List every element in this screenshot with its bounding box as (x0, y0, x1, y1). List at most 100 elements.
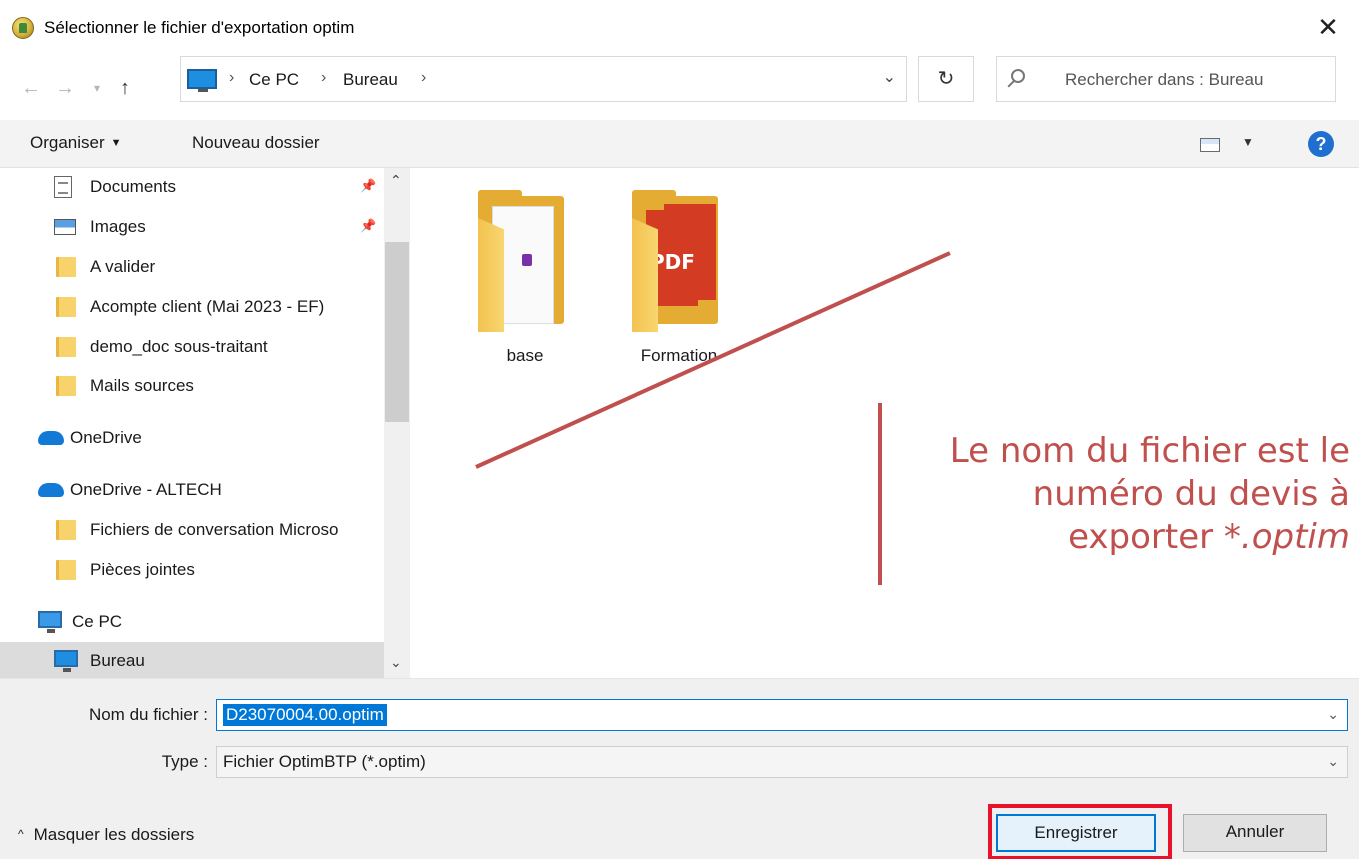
nav-scrollbar[interactable]: ⌃ ⌄ (384, 168, 410, 678)
window-title: Sélectionner le fichier d'exportation op… (44, 18, 355, 37)
nav-label: Documents (90, 177, 176, 196)
search-placeholder: Rechercher dans : Bureau (1065, 70, 1264, 89)
navigation-pane: Documents 📌 Images 📌 A valider Acompte c… (0, 168, 410, 678)
annotation-vertical-line (878, 403, 882, 585)
recent-locations-chevron-icon[interactable]: ▾ (84, 74, 110, 102)
chevron-down-icon[interactable]: ⌄ (883, 67, 896, 87)
nav-label: Pièces jointes (90, 560, 195, 579)
breadcrumb-ce-pc[interactable]: Ce PC (249, 70, 299, 90)
chevron-down-icon[interactable]: ⌄ (1327, 753, 1339, 770)
nav-item-onedrive-altech[interactable]: OneDrive - ALTECH (0, 471, 384, 509)
chevron-down-icon[interactable]: ⌄ (1327, 706, 1339, 723)
pin-icon[interactable]: 📌 (360, 178, 376, 194)
nav-item-mails-sources[interactable]: Mails sources (0, 367, 384, 405)
refresh-icon: ↻ (937, 68, 955, 90)
search-box[interactable]: Rechercher dans : Bureau (996, 56, 1336, 102)
type-label: Type : (161, 752, 208, 771)
annotation-text: Le nom du fichier est le numéro du devis… (900, 430, 1350, 559)
chevron-up-icon: ^ (18, 827, 24, 841)
nav-label: Ce PC (72, 612, 123, 631)
nav-label: Fichiers de conversation Microso (90, 520, 339, 539)
nav-label: OneDrive - ALTECH (70, 480, 222, 499)
nav-item-fichiers-conversation[interactable]: Fichiers de conversation Microso (0, 511, 384, 549)
nav-label: demo_doc sous-traitant (90, 337, 268, 356)
desktop-icon (187, 69, 217, 92)
scrollbar-thumb[interactable] (385, 242, 409, 422)
save-button[interactable]: Enregistrer (996, 814, 1156, 852)
image-icon (54, 219, 76, 235)
file-item-base[interactable]: base (470, 190, 580, 376)
filename-label: Nom du fichier : (88, 705, 208, 724)
help-icon[interactable]: ? (1308, 131, 1334, 157)
pin-icon[interactable]: 📌 (360, 218, 376, 234)
scroll-up-icon[interactable]: ⌃ (390, 172, 402, 189)
file-type-value: Fichier OptimBTP (*.optim) (223, 752, 426, 771)
file-type-select[interactable]: Fichier OptimBTP (*.optim) ⌄ (216, 746, 1348, 778)
desktop-icon (54, 650, 78, 672)
file-item-formation[interactable]: F PDF Formation (624, 190, 734, 376)
organize-label: Organiser (30, 133, 105, 152)
forward-arrow-icon[interactable]: → (52, 74, 78, 102)
up-arrow-icon[interactable]: ↑ (112, 74, 138, 102)
nav-item-onedrive[interactable]: OneDrive (0, 419, 384, 457)
app-icon (12, 17, 34, 39)
organize-menu[interactable]: Organiser ▼ (30, 133, 122, 153)
nav-item-ce-pc[interactable]: Ce PC (0, 603, 384, 641)
nav-item-a-valider[interactable]: A valider (0, 248, 384, 286)
pc-icon (38, 611, 62, 633)
folder-icon (56, 560, 76, 580)
onedrive-icon (38, 431, 64, 445)
annotation-line-3-italic: *.optim (1223, 517, 1350, 557)
caret-down-icon[interactable]: ▼ (1242, 135, 1254, 149)
folder-icon (56, 257, 76, 277)
new-folder-button[interactable]: Nouveau dossier (192, 133, 320, 153)
breadcrumb-separator: › (321, 69, 327, 86)
file-name: base (506, 346, 544, 365)
breadcrumb-separator: › (421, 69, 427, 86)
nav-item-images[interactable]: Images 📌 (0, 208, 384, 246)
annotation-line-2: numéro du devis à (1032, 474, 1350, 514)
nav-label: A valider (90, 257, 156, 276)
file-list: base F PDF Formation (410, 168, 1359, 678)
folder-front (632, 218, 658, 332)
hide-folders-toggle[interactable]: ^ Masquer les dossiers (18, 825, 194, 845)
filename-input[interactable]: D23070004.00.optim ⌄ (216, 699, 1348, 731)
title-bar: Sélectionner le fichier d'exportation op… (0, 0, 1359, 56)
nav-item-acompte-client[interactable]: Acompte client (Mai 2023 - EF) (0, 288, 384, 326)
command-bar: Organiser ▼ Nouveau dossier ▼ ? (0, 120, 1359, 168)
nav-item-documents[interactable]: Documents 📌 (0, 168, 384, 206)
cancel-button[interactable]: Annuler (1183, 814, 1327, 852)
document-icon (54, 176, 72, 198)
breadcrumb-bureau[interactable]: Bureau (343, 70, 398, 90)
scroll-down-icon[interactable]: ⌄ (390, 654, 402, 671)
folder-icon (56, 297, 76, 317)
view-options-icon[interactable] (1200, 138, 1220, 152)
caret-down-icon: ▼ (110, 137, 122, 149)
filename-value[interactable]: D23070004.00.optim (223, 704, 387, 726)
refresh-button[interactable]: ↻ (918, 56, 974, 102)
nav-label: Bureau (90, 651, 145, 670)
nav-label: Images (90, 217, 146, 236)
back-arrow-icon[interactable]: ← (18, 74, 44, 102)
save-form: Nom du fichier : D23070004.00.optim ⌄ Ty… (0, 678, 1359, 859)
nav-item-pieces-jointes[interactable]: Pièces jointes (0, 551, 384, 589)
onenote-icon (522, 254, 532, 266)
folder-icon (56, 376, 76, 396)
search-icon (1011, 69, 1025, 83)
hide-folders-label: Masquer les dossiers (33, 825, 195, 844)
annotation-line-1: Le nom du fichier est le (949, 431, 1350, 471)
breadcrumb-separator: › (229, 69, 235, 86)
folder-icon (56, 520, 76, 540)
folder-icon (56, 337, 76, 357)
nav-item-bureau[interactable]: Bureau (0, 642, 384, 678)
close-button[interactable]: ✕ (1311, 10, 1345, 44)
annotation-line-3-prefix: exporter (1068, 517, 1224, 557)
nav-label: Mails sources (90, 376, 194, 395)
nav-label: Acompte client (Mai 2023 - EF) (90, 297, 325, 316)
onedrive-icon (38, 483, 64, 497)
annotation-line-3: exporter *.optim (900, 516, 1350, 559)
nav-item-demo-doc[interactable]: demo_doc sous-traitant (0, 328, 384, 366)
folder-front (478, 218, 504, 332)
nav-label: OneDrive (70, 428, 142, 447)
address-bar[interactable]: › Ce PC › Bureau › ⌄ (180, 56, 907, 102)
